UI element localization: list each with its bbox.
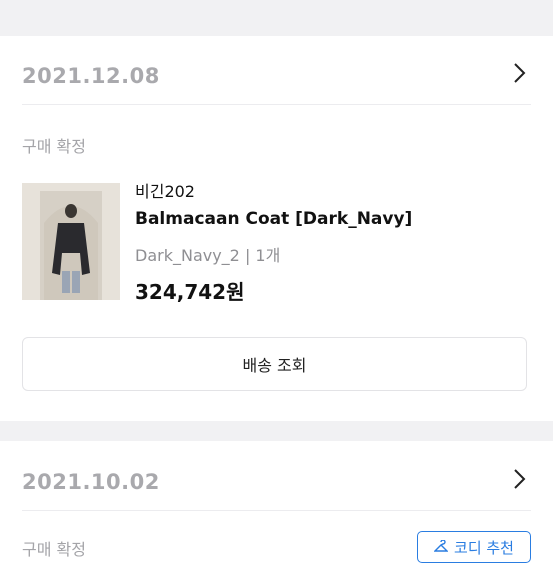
- divider: [22, 510, 531, 511]
- order-status: 구매 확정: [22, 137, 86, 156]
- track-delivery-button[interactable]: 배송 조회: [22, 337, 527, 391]
- hanger-icon: [434, 540, 449, 552]
- order-date: 2021.12.08: [22, 64, 160, 88]
- section-gap: [0, 421, 553, 441]
- chevron-right-icon[interactable]: [509, 62, 529, 84]
- brand-name[interactable]: 비긴202: [135, 178, 195, 202]
- chevron-right-icon[interactable]: [509, 468, 529, 490]
- product-option: Dark_Navy_2 | 1개: [135, 246, 281, 265]
- product-price: 324,742원: [135, 280, 245, 304]
- coordi-recommend-button[interactable]: 코디 추천: [417, 531, 531, 563]
- divider: [22, 104, 531, 105]
- order-status: 구매 확정: [22, 540, 86, 559]
- coordi-recommend-label: 코디 추천: [454, 538, 514, 557]
- order-date: 2021.10.02: [22, 470, 160, 494]
- section-gap: [0, 0, 553, 36]
- product-name[interactable]: Balmacaan Coat [Dark_Navy]: [135, 209, 412, 229]
- product-thumbnail[interactable]: [22, 183, 120, 300]
